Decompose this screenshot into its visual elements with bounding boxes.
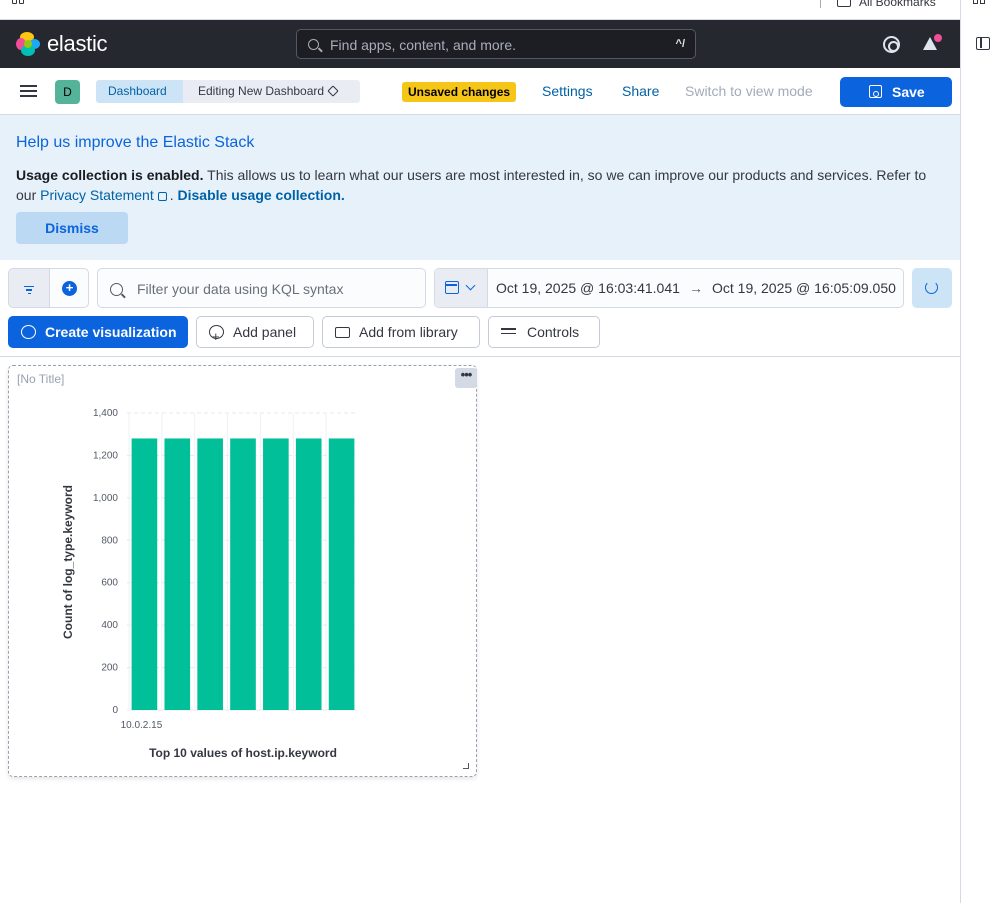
add-panel-button[interactable]: Add panel [196,316,314,352]
y-tick-label: 0 [112,705,118,716]
y-tick-label: 800 [101,535,118,546]
query-bar: + Filter your data using KQL syntax Oct … [0,268,960,308]
privacy-statement-link[interactable]: Privacy Statement [40,187,154,203]
create-visualization-label: Create visualization [45,324,177,340]
disable-usage-link[interactable]: Disable usage collection. [178,187,345,203]
create-visualization-button[interactable]: Create visualization [8,316,188,348]
refresh-icon [925,281,938,294]
x-axis-title: Top 10 values of host.ip.keyword [149,746,337,760]
bookmark-folder-icon [837,0,851,7]
apps-grid-icon[interactable] [973,0,987,6]
callout-period: . [169,187,178,203]
elastic-logo[interactable]: elastic [16,31,108,57]
bar [197,438,223,710]
dashboard-toolbar: Create visualization Add panel Add from … [0,316,960,352]
controls-button[interactable]: Controls [488,316,600,348]
y-tick-label: 1,400 [93,408,118,419]
chevron-down-icon [465,280,476,291]
folder-icon [335,327,350,338]
add-panel-label: Add panel [233,324,297,340]
plus-in-circle-icon [209,322,224,352]
start-date[interactable]: Oct 19, 2025 @ 16:03:41.041 [496,280,680,296]
save-button[interactable]: Save [840,77,952,107]
logo-text: elastic [47,31,108,56]
apps-grid-icon[interactable] [12,0,26,6]
date-picker: Oct 19, 2025 @ 16:03:41.041 → Oct 19, 20… [434,268,904,308]
y-axis-title: Count of log_type.keyword [61,485,75,639]
y-tick-label: 600 [101,578,118,589]
space-avatar[interactable]: D [55,80,80,104]
calendar-icon [445,281,459,294]
save-label: Save [892,84,925,100]
search-shortcut: ^/ [675,38,685,50]
y-tick-label: 1,000 [93,493,118,504]
callout-body: Usage collection is enabled. This allows… [16,165,946,205]
y-tick-label: 200 [101,663,118,674]
x-tick-label: 10.0.2.15 [121,720,163,731]
all-bookmarks[interactable]: All Bookmarks [820,0,936,9]
add-from-library-label: Add from library [359,324,458,340]
controls-icon [501,325,516,339]
external-link-icon [157,192,167,201]
newsfeed-icon[interactable] [922,34,942,54]
add-filter-button[interactable]: + [49,268,89,308]
add-from-library-button[interactable]: Add from library [322,316,480,348]
share-link[interactable]: Share [622,83,659,99]
dismiss-button[interactable]: Dismiss [16,212,128,244]
bar [295,438,322,710]
side-panel-strip [960,0,990,903]
bar [263,438,289,710]
notification-dot [934,34,942,42]
elastic-logo-icon [16,32,40,56]
search-icon [110,283,123,296]
resize-handle[interactable] [463,763,469,769]
pencil-icon [327,85,339,97]
quick-select-button[interactable] [435,269,488,307]
breadcrumb-dashboard[interactable]: Dashboard [96,80,193,103]
top-navigation: elastic Find apps, content, and more. ^/ [0,20,960,68]
save-icon [869,85,882,98]
search-placeholder: Find apps, content, and more. [330,37,516,53]
plus-icon: + [62,281,77,296]
search-icon [308,39,319,50]
bar [131,438,158,710]
settings-link[interactable]: Settings [542,83,593,99]
side-panel-icon[interactable] [976,37,990,50]
callout-title: Help us improve the Elastic Stack [16,134,255,151]
end-date[interactable]: Oct 19, 2025 @ 16:05:09.050 [712,280,896,296]
breadcrumb-current-label: Editing New Dashboard [198,84,325,98]
visualization-panel[interactable]: [No Title] ••• 0 200 400 600 800 1,000 1,200 1,… [8,365,477,777]
controls-label: Controls [527,324,580,340]
bar-chart: 0 200 400 600 800 1,000 1,200 1,400 10.0.2.15 Top… [61,408,357,760]
kql-placeholder: Filter your data using KQL syntax [137,281,344,297]
bar [230,438,256,710]
bar [328,438,355,710]
global-search-input[interactable]: Find apps, content, and more. ^/ [296,29,696,59]
filter-icon [24,286,34,296]
kql-query-input[interactable]: Filter your data using KQL syntax [97,268,426,308]
visualize-icon [21,325,36,339]
all-bookmarks-label: All Bookmarks [859,0,936,9]
menu-icon[interactable] [20,85,37,98]
y-tick-label: 400 [101,620,118,631]
unsaved-changes-badge: Unsaved changes [402,82,517,102]
browser-bookmark-bar: All Bookmarks [0,0,990,20]
bar [164,438,191,710]
toolbar-divider [0,356,960,357]
breadcrumb-current[interactable]: Editing New Dashboard [183,80,360,103]
help-icon[interactable] [883,36,900,53]
dashboard-subnav: D Dashboard Editing New Dashboard Unsave… [0,68,960,115]
refresh-button[interactable] [912,268,952,308]
filter-menu-button[interactable] [8,268,49,308]
callout-strong: Usage collection is enabled. [16,167,204,183]
arrow-right-icon: → [689,280,703,296]
switch-view-mode-link[interactable]: Switch to view mode [685,83,813,99]
bookmark-separator [820,0,821,8]
kibana-app: elastic Find apps, content, and more. ^/… [0,20,960,903]
telemetry-callout: Help us improve the Elastic Stack Usage … [0,115,960,260]
y-tick-label: 1,200 [93,450,118,461]
